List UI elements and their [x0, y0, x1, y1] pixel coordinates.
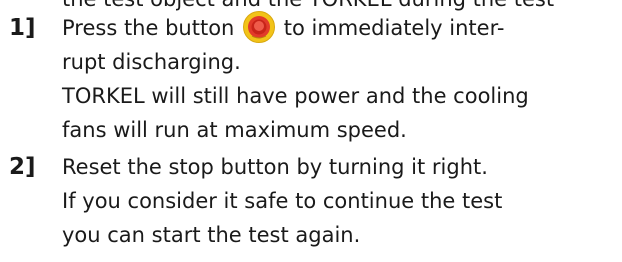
- emergency-stop-icon: [243, 11, 276, 43]
- step-text: Reset the stop button by turning it righ…: [62, 150, 618, 252]
- step-line: rupt discharging.: [62, 50, 241, 74]
- step-line-text: to immediately inter-: [283, 16, 505, 40]
- step-text: Press the button to immediately inter- r…: [62, 11, 618, 147]
- step-line-text: Press the button: [62, 16, 235, 40]
- step-line: Press the button to immediately inter-: [62, 11, 618, 45]
- step-line: TORKEL will still have power and the coo…: [62, 84, 529, 108]
- step-number: 1]: [9, 15, 36, 41]
- step-number: 2]: [9, 154, 36, 180]
- step-line: If you consider it safe to continue the …: [62, 189, 503, 213]
- step-line: you can start the test again.: [62, 223, 361, 247]
- step-line: Reset the stop button by turning it righ…: [62, 155, 488, 179]
- step-line: fans will run at maximum speed.: [62, 118, 407, 142]
